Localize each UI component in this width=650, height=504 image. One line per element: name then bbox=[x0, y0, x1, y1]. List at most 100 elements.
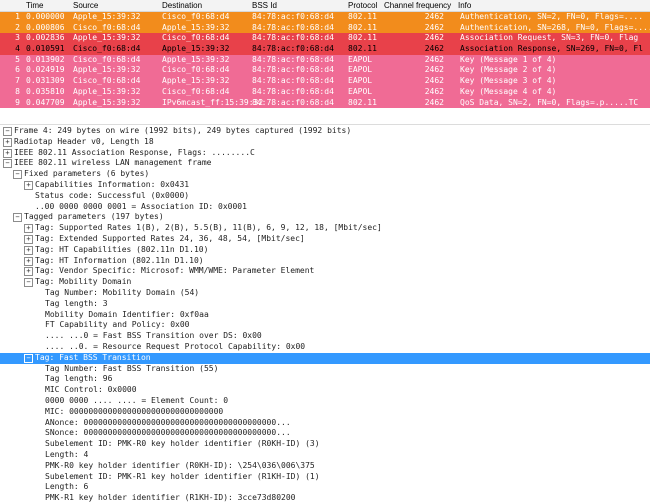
packet-details-tree[interactable]: − Frame 4: 249 bytes on wire (1992 bits),… bbox=[0, 126, 650, 504]
tree-node-label: MIC: 00000000000000000000000000000000 bbox=[45, 406, 224, 416]
packet-cell-protocol: EAPOL bbox=[348, 76, 373, 86]
packet-cell-destination: Cisco_f0:68:d4 bbox=[162, 12, 230, 21]
collapse-icon[interactable]: − bbox=[24, 353, 33, 363]
packet-row[interactable]: 9 0.047709 Apple_15:39:32 IPv6mcast_ff:15:3… bbox=[0, 97, 650, 109]
packet-cell-info: Key (Message 2 of 4) bbox=[460, 65, 557, 75]
packet-cell-bssid: 84:78:ac:f0:68:d4 bbox=[252, 22, 334, 32]
tree-node[interactable]: + IEEE 802.11 Association Response, Flags… bbox=[0, 148, 650, 159]
packet-cell-channel: 2462 bbox=[424, 97, 444, 107]
packet-cell-destination: Apple_15:39:32 bbox=[162, 22, 230, 32]
tree-node[interactable]: PMK-R0 key holder identifier (R0KH-ID): … bbox=[0, 461, 650, 472]
packet-cell-channel: 2462 bbox=[424, 65, 444, 75]
packet-cell-info: Key (Message 3 of 4) bbox=[460, 76, 557, 86]
expand-icon[interactable]: + bbox=[24, 256, 33, 266]
packet-cell-source: Apple_15:39:32 bbox=[73, 65, 141, 75]
column-header-bssid[interactable]: BSS Id bbox=[252, 1, 277, 10]
tree-node[interactable]: 0000 0000 .... .... = Element Count: 0 bbox=[0, 396, 650, 407]
tree-node-label: Length: 6 bbox=[45, 482, 89, 492]
collapse-icon[interactable]: − bbox=[13, 170, 22, 180]
packet-cell-no: 3 bbox=[15, 33, 20, 43]
tree-node-label: Tagged parameters (197 bytes) bbox=[24, 212, 164, 222]
tree-node[interactable]: Subelement ID: PMK-R1 key holder identif… bbox=[0, 472, 650, 483]
tree-node[interactable]: Tag length: 3 bbox=[0, 299, 650, 310]
packet-row[interactable]: 2 0.000806 Cisco_f0:68:d4 Apple_15:39:32 84:… bbox=[0, 22, 650, 34]
expand-icon[interactable]: + bbox=[24, 224, 33, 234]
packet-cell-time: 0.035810 bbox=[26, 86, 65, 96]
tree-node[interactable]: + Tag: Extended Supported Rates 24, 36, 4… bbox=[0, 234, 650, 245]
packet-row[interactable]: 3 0.002836 Apple_15:39:32 Cisco_f0:68:d4 84:… bbox=[0, 33, 650, 45]
packet-cell-protocol: EAPOL bbox=[348, 86, 373, 96]
tree-node-label: Subelement ID: PMK-R0 key holder identif… bbox=[45, 439, 320, 449]
packet-cell-source: Cisco_f0:68:d4 bbox=[73, 54, 141, 64]
tree-node[interactable]: Subelement ID: PMK-R0 key holder identif… bbox=[0, 439, 650, 450]
packet-list[interactable]: 1 0.000000 Apple_15:39:32 Cisco_f0:68:d4 84:… bbox=[0, 12, 650, 109]
column-header-info[interactable]: Info bbox=[458, 1, 471, 10]
packet-cell-time: 0.000000 bbox=[26, 12, 65, 21]
column-header-protocol[interactable]: Protocol bbox=[348, 1, 377, 10]
tree-node-label: Frame 4: 249 bytes on wire (1992 bits), … bbox=[14, 126, 352, 135]
expand-icon[interactable]: + bbox=[24, 234, 33, 244]
tree-node[interactable]: − Tag: Mobility Domain bbox=[0, 277, 650, 288]
packet-row[interactable]: 4 0.010591 Cisco_f0:68:d4 Apple_15:39:32 84:… bbox=[0, 44, 650, 55]
tree-node[interactable]: Tag length: 96 bbox=[0, 374, 650, 385]
packet-cell-channel: 2462 bbox=[424, 22, 444, 32]
packet-cell-destination: Apple_15:39:32 bbox=[162, 44, 230, 54]
packet-cell-bssid: 84:78:ac:f0:68:d4 bbox=[252, 86, 334, 96]
tree-node[interactable]: Status code: Successful (0x0000) bbox=[0, 191, 650, 202]
packet-cell-protocol: 802.11 bbox=[348, 22, 377, 32]
expand-icon[interactable]: + bbox=[24, 180, 33, 190]
expand-icon[interactable]: + bbox=[3, 148, 12, 158]
expand-icon[interactable]: + bbox=[3, 137, 12, 147]
tree-node[interactable]: + Capabilities Information: 0x0431 bbox=[0, 180, 650, 191]
tree-node[interactable]: Length: 6 bbox=[0, 482, 650, 493]
packet-row[interactable]: 7 0.031309 Cisco_f0:68:d4 Apple_15:39:32 84:… bbox=[0, 76, 650, 87]
tree-node[interactable]: − Fixed parameters (6 bytes) bbox=[0, 169, 650, 180]
collapse-icon[interactable]: − bbox=[13, 213, 22, 223]
tree-node-label: SNonce: 00000000000000000000000000000000… bbox=[45, 428, 291, 438]
tree-node[interactable]: PMK-R1 key holder identifier (R1KH-ID): … bbox=[0, 493, 650, 504]
packet-cell-time: 0.000806 bbox=[26, 22, 65, 32]
packet-row[interactable]: 1 0.000000 Apple_15:39:32 Cisco_f0:68:d4 84:… bbox=[0, 12, 650, 23]
pane-divider[interactable] bbox=[0, 108, 650, 125]
column-header-destination[interactable]: Destination bbox=[162, 1, 202, 10]
collapse-icon[interactable]: − bbox=[3, 127, 12, 136]
tree-node[interactable]: MIC: 00000000000000000000000000000000 bbox=[0, 407, 650, 418]
column-header-source[interactable]: Source bbox=[73, 1, 98, 10]
column-header-channel[interactable]: Channel frequency bbox=[384, 1, 451, 10]
tree-node[interactable]: Mobility Domain Identifier: 0xf0aa bbox=[0, 310, 650, 321]
tree-node[interactable]: + Tag: Supported Rates 1(B), 2(B), 5.5(B)… bbox=[0, 223, 650, 234]
tree-node[interactable]: + Tag: Vendor Specific: Microsof: WMM/WME… bbox=[0, 266, 650, 277]
tree-node[interactable]: − IEEE 802.11 wireless LAN management fra… bbox=[0, 158, 650, 169]
tree-node[interactable]: SNonce: 00000000000000000000000000000000… bbox=[0, 428, 650, 439]
tree-node[interactable]: ..00 0000 0000 0001 = Association ID: 0x… bbox=[0, 202, 650, 213]
tree-node[interactable]: + Tag: HT Information (802.11n D1.10) bbox=[0, 256, 650, 267]
tree-node[interactable]: Length: 4 bbox=[0, 450, 650, 461]
collapse-icon[interactable]: − bbox=[3, 159, 12, 169]
tree-node[interactable]: .... ..0. = Resource Request Protocol Ca… bbox=[0, 342, 650, 353]
tree-node[interactable]: + Radiotap Header v0, Length 18 bbox=[0, 137, 650, 148]
packet-cell-destination: Apple_15:39:32 bbox=[162, 54, 230, 64]
expand-icon[interactable]: + bbox=[24, 245, 33, 255]
tree-node[interactable]: FT Capability and Policy: 0x00 bbox=[0, 320, 650, 331]
packet-row[interactable]: 5 0.013902 Cisco_f0:68:d4 Apple_15:39:32 84:… bbox=[0, 54, 650, 66]
packet-cell-channel: 2462 bbox=[424, 33, 444, 43]
collapse-icon[interactable]: − bbox=[24, 278, 33, 288]
packet-cell-no: 5 bbox=[15, 54, 20, 64]
tree-node[interactable]: − Frame 4: 249 bytes on wire (1992 bits),… bbox=[0, 126, 650, 137]
tree-node[interactable]: Tag Number: Fast BSS Transition (55) bbox=[0, 364, 650, 375]
packet-cell-no: 7 bbox=[15, 76, 20, 86]
packet-cell-channel: 2462 bbox=[424, 44, 444, 54]
tree-node[interactable]: MIC Control: 0x0000 bbox=[0, 385, 650, 396]
column-header-time[interactable]: Time bbox=[26, 1, 43, 10]
packet-row[interactable]: 8 0.035810 Apple_15:39:32 Cisco_f0:68:d4 84:… bbox=[0, 86, 650, 98]
tree-node[interactable]: .... ...0 = Fast BSS Transition over DS:… bbox=[0, 331, 650, 342]
tree-node[interactable]: − Tagged parameters (197 bytes) bbox=[0, 212, 650, 223]
packet-row[interactable]: 6 0.024919 Apple_15:39:32 Cisco_f0:68:d4 84:… bbox=[0, 65, 650, 77]
packet-cell-info: Association Response, SN=269, FN=0, Fl bbox=[460, 44, 644, 54]
expand-icon[interactable]: + bbox=[24, 267, 33, 277]
tree-node[interactable]: ANonce: 00000000000000000000000000000000… bbox=[0, 418, 650, 429]
tree-node[interactable]: − Tag: Fast BSS Transition bbox=[0, 352, 650, 364]
tree-node[interactable]: Tag Number: Mobility Domain (54) bbox=[0, 288, 650, 299]
packet-cell-info: Authentication, SN=2, FN=0, Flags=.... bbox=[460, 12, 644, 21]
tree-node[interactable]: + Tag: HT Capabilities (802.11n D1.10) bbox=[0, 245, 650, 256]
